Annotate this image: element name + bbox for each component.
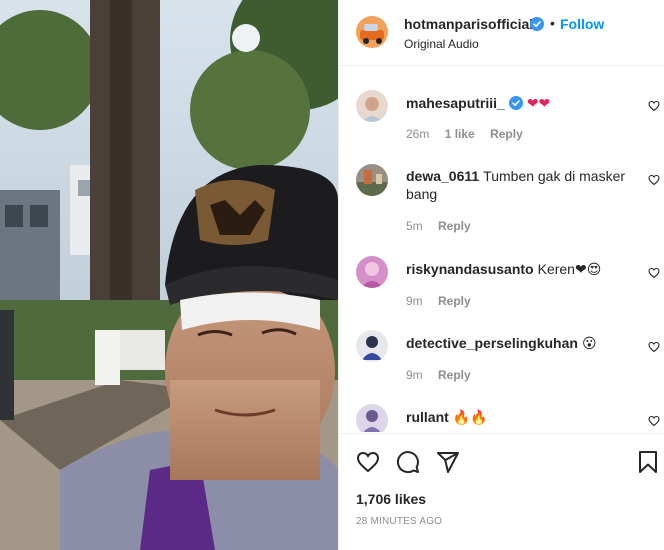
commenter-username[interactable]: riskynandasusanto — [406, 261, 534, 277]
comment-time[interactable]: 26m — [406, 127, 429, 141]
bookmark-icon[interactable] — [636, 450, 660, 474]
commenter-avatar[interactable] — [356, 164, 388, 196]
follow-button[interactable]: Follow — [560, 16, 604, 32]
verified-badge-icon — [508, 96, 523, 110]
commenter-avatar-image — [356, 90, 388, 122]
comment-body: Keren❤😍 — [537, 261, 602, 277]
author-avatar[interactable] — [356, 16, 388, 48]
comment-meta: 9m Reply — [406, 368, 483, 382]
commenter-avatar-image — [356, 404, 388, 432]
commenter-avatar-image — [356, 164, 388, 196]
comment-meta: 5m Reply — [406, 219, 483, 233]
reply-button[interactable]: Reply — [438, 294, 471, 308]
comment-time[interactable]: 5m — [406, 219, 423, 233]
post-actions: 1,706 likes 28 MINUTES AGO — [339, 433, 664, 550]
comment-time[interactable]: 9m — [406, 368, 423, 382]
commenter-username[interactable]: detective_perselingkuhan — [406, 335, 578, 351]
commenter-username[interactable]: mahesaputriii_ — [406, 95, 505, 111]
comment-text: dewa_0611 Tumben gak di masker bang — [406, 167, 632, 203]
commenter-avatar[interactable] — [356, 90, 388, 122]
video-frame — [0, 0, 338, 550]
comment-text: rullant 🔥🔥 — [406, 408, 632, 426]
post-side-panel: hotmanparisofficial • Follow Original Au… — [338, 0, 664, 550]
reply-button[interactable]: Reply — [490, 127, 523, 141]
post-timestamp[interactable]: 28 MINUTES AGO — [356, 516, 442, 527]
commenter-avatar[interactable] — [356, 404, 388, 432]
reply-button[interactable]: Reply — [438, 219, 471, 233]
verified-badge-icon — [530, 17, 544, 31]
post-header: hotmanparisofficial • Follow Original Au… — [339, 0, 664, 66]
author-avatar-image — [356, 16, 388, 48]
author-username[interactable]: hotmanparisofficial — [404, 16, 533, 32]
audio-label[interactable]: Original Audio — [404, 37, 479, 51]
comment-like-heart-icon[interactable] — [648, 341, 660, 353]
commenter-avatar-image — [356, 330, 388, 362]
comment-like-heart-icon[interactable] — [648, 174, 660, 186]
comment-body: 🔥🔥 — [452, 409, 488, 425]
heart-icon[interactable] — [356, 450, 380, 474]
comment-text: riskynandasusanto Keren❤😍 — [406, 260, 632, 278]
commenter-avatar[interactable] — [356, 330, 388, 362]
comment-meta: 9m Reply — [406, 294, 483, 308]
comment-text: detective_perselingkuhan 😮 — [406, 334, 632, 352]
share-icon[interactable] — [436, 450, 460, 474]
comment-meta: 26m 1 like Reply — [406, 127, 535, 141]
comment-body: ❤❤ — [526, 95, 551, 111]
comment-likes[interactable]: 1 like — [445, 127, 475, 141]
comment-time[interactable]: 9m — [406, 294, 423, 308]
comment-like-heart-icon[interactable] — [648, 267, 660, 279]
commenter-username[interactable]: rullant — [406, 409, 449, 425]
commenter-username[interactable]: dewa_0611 — [406, 168, 479, 184]
comments-list[interactable]: mahesaputriii_ ❤❤ 26m 1 like Reply dewa_… — [339, 66, 664, 432]
comment-like-heart-icon[interactable] — [648, 415, 660, 427]
comment-text: mahesaputriii_ ❤❤ — [406, 94, 632, 112]
commenter-avatar-image — [356, 256, 388, 288]
separator-dot: • — [550, 15, 555, 31]
comment-body: 😮 — [581, 335, 597, 351]
post-video[interactable] — [0, 0, 338, 550]
comment-like-heart-icon[interactable] — [648, 100, 660, 112]
commenter-avatar[interactable] — [356, 256, 388, 288]
likes-count[interactable]: 1,706 likes — [356, 491, 426, 507]
comment-icon[interactable] — [396, 450, 420, 474]
reply-button[interactable]: Reply — [438, 368, 471, 382]
